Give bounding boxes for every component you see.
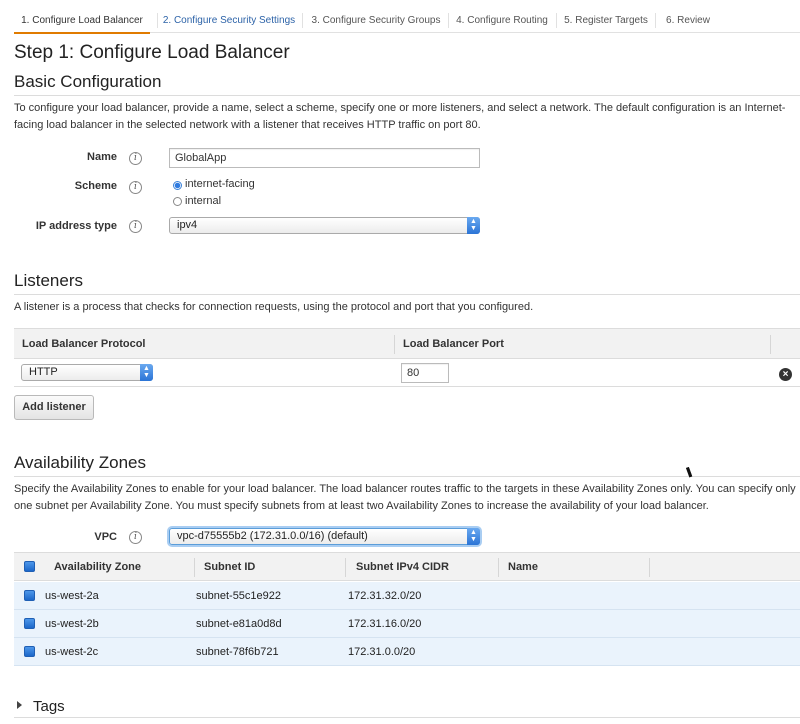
- listener-protocol-select[interactable]: HTTP ▲ ▼: [21, 364, 153, 381]
- vpc-select[interactable]: vpc-d75555b2 (172.31.0.0/16) (default) ▲…: [169, 528, 480, 545]
- subnet-cidr: 172.31.32.0/20: [348, 590, 422, 602]
- select-arrows-icon: ▲ ▼: [467, 217, 480, 234]
- section-divider: [14, 476, 800, 477]
- tab-review[interactable]: 6. Review: [662, 8, 714, 33]
- table-row[interactable]: us-west-2a subnet-55c1e922 172.31.32.0/2…: [14, 582, 800, 610]
- ip-address-type-select[interactable]: ipv4 ▲ ▼: [169, 217, 480, 234]
- scheme-internal-radio[interactable]: [173, 197, 182, 206]
- subnet-id: subnet-55c1e922: [196, 590, 282, 602]
- subnet-id: subnet-78f6b721: [196, 646, 279, 658]
- name-input[interactable]: GlobalApp: [169, 148, 480, 168]
- subnet-id: subnet-e81a0d8d: [196, 618, 282, 630]
- column-divider: [394, 335, 395, 354]
- ip-address-type-label: IP address type: [35, 220, 117, 232]
- tab-configure-security-settings[interactable]: 2. Configure Security Settings: [162, 8, 296, 33]
- column-header-protocol: Load Balancer Protocol: [22, 338, 146, 350]
- availability-zones-heading: Availability Zones: [14, 453, 146, 472]
- zone-name: us-west-2a: [45, 590, 99, 602]
- name-info-icon[interactable]: i: [129, 152, 142, 165]
- listener-row: HTTP ▲ ▼ 80 ×: [14, 359, 800, 387]
- ip-address-type-value: ipv4: [177, 219, 198, 231]
- basic-configuration-description: To configure your load balancer, provide…: [14, 102, 786, 131]
- tab-divider: [448, 13, 449, 28]
- listener-protocol-value: HTTP: [29, 366, 58, 378]
- listeners-description: A listener is a process that checks for …: [14, 301, 534, 313]
- availability-zones-table-header: Availability Zone Subnet ID Subnet IPv4 …: [14, 552, 800, 581]
- select-arrows-icon: ▲ ▼: [467, 528, 480, 545]
- column-divider: [345, 558, 346, 577]
- remove-listener-icon[interactable]: ×: [779, 368, 792, 381]
- table-row[interactable]: us-west-2c subnet-78f6b721 172.31.0.0/20: [14, 638, 800, 666]
- scheme-internet-facing-radio[interactable]: [173, 181, 182, 190]
- add-listener-button[interactable]: Add listener: [14, 395, 94, 420]
- zone-checkbox[interactable]: [24, 590, 35, 601]
- column-header-subnet-id: Subnet ID: [204, 561, 256, 573]
- tab-configure-load-balancer[interactable]: 1. Configure Load Balancer: [14, 8, 150, 34]
- availability-zones-table: Availability Zone Subnet ID Subnet IPv4 …: [14, 552, 800, 668]
- name-label: Name: [87, 151, 117, 163]
- select-arrows-icon: ▲ ▼: [140, 364, 153, 381]
- column-header-port: Load Balancer Port: [403, 338, 504, 350]
- vpc-label: VPC: [94, 531, 117, 543]
- page-title: Step 1: Configure Load Balancer: [14, 42, 290, 63]
- scheme-info-icon[interactable]: i: [129, 181, 142, 194]
- column-divider: [770, 335, 771, 354]
- subnet-cidr: 172.31.16.0/20: [348, 618, 422, 630]
- availability-zones-description: Specify the Availability Zones to enable…: [14, 483, 796, 512]
- listeners-table: Load Balancer Protocol Load Balancer Por…: [14, 328, 800, 388]
- table-row[interactable]: us-west-2b subnet-e81a0d8d 172.31.16.0/2…: [14, 610, 800, 638]
- listeners-heading: Listeners: [14, 271, 83, 290]
- zone-name: us-west-2c: [45, 646, 99, 658]
- scheme-internet-facing-label[interactable]: internet-facing: [185, 178, 255, 190]
- tab-register-targets[interactable]: 5. Register Targets: [563, 8, 649, 33]
- section-divider: [14, 95, 800, 96]
- tags-expand-icon[interactable]: [17, 701, 22, 709]
- tab-divider: [302, 13, 303, 28]
- tab-divider: [157, 13, 158, 28]
- zone-checkbox[interactable]: [24, 618, 35, 629]
- vpc-info-icon[interactable]: i: [129, 531, 142, 544]
- subnet-cidr: 172.31.0.0/20: [348, 646, 416, 658]
- vpc-value: vpc-d75555b2 (172.31.0.0/16) (default): [177, 530, 368, 542]
- column-header-subnet-cidr: Subnet IPv4 CIDR: [356, 561, 449, 573]
- basic-configuration-heading: Basic Configuration: [14, 72, 162, 91]
- section-divider: [14, 717, 800, 718]
- ip-address-type-info-icon[interactable]: i: [129, 220, 142, 233]
- column-divider: [498, 558, 499, 577]
- select-all-checkbox[interactable]: [24, 561, 35, 572]
- zone-name: us-west-2b: [45, 618, 99, 630]
- section-divider: [14, 294, 800, 295]
- tab-configure-security-groups[interactable]: 3. Configure Security Groups: [309, 8, 443, 33]
- column-divider: [649, 558, 650, 577]
- scheme-label: Scheme: [74, 180, 117, 192]
- column-header-name: Name: [508, 561, 538, 573]
- wizard-tabs: 1. Configure Load Balancer 2. Configure …: [14, 8, 800, 34]
- column-header-availability-zone: Availability Zone: [54, 561, 142, 573]
- tab-divider: [655, 13, 656, 28]
- scheme-internal-label[interactable]: internal: [185, 195, 221, 207]
- tags-heading[interactable]: Tags: [33, 698, 65, 715]
- listeners-table-header: Load Balancer Protocol Load Balancer Por…: [14, 328, 800, 359]
- zone-checkbox[interactable]: [24, 646, 35, 657]
- tab-divider: [556, 13, 557, 28]
- tab-configure-routing[interactable]: 4. Configure Routing: [454, 8, 550, 33]
- listener-port-input[interactable]: 80: [401, 363, 449, 383]
- column-divider: [194, 558, 195, 577]
